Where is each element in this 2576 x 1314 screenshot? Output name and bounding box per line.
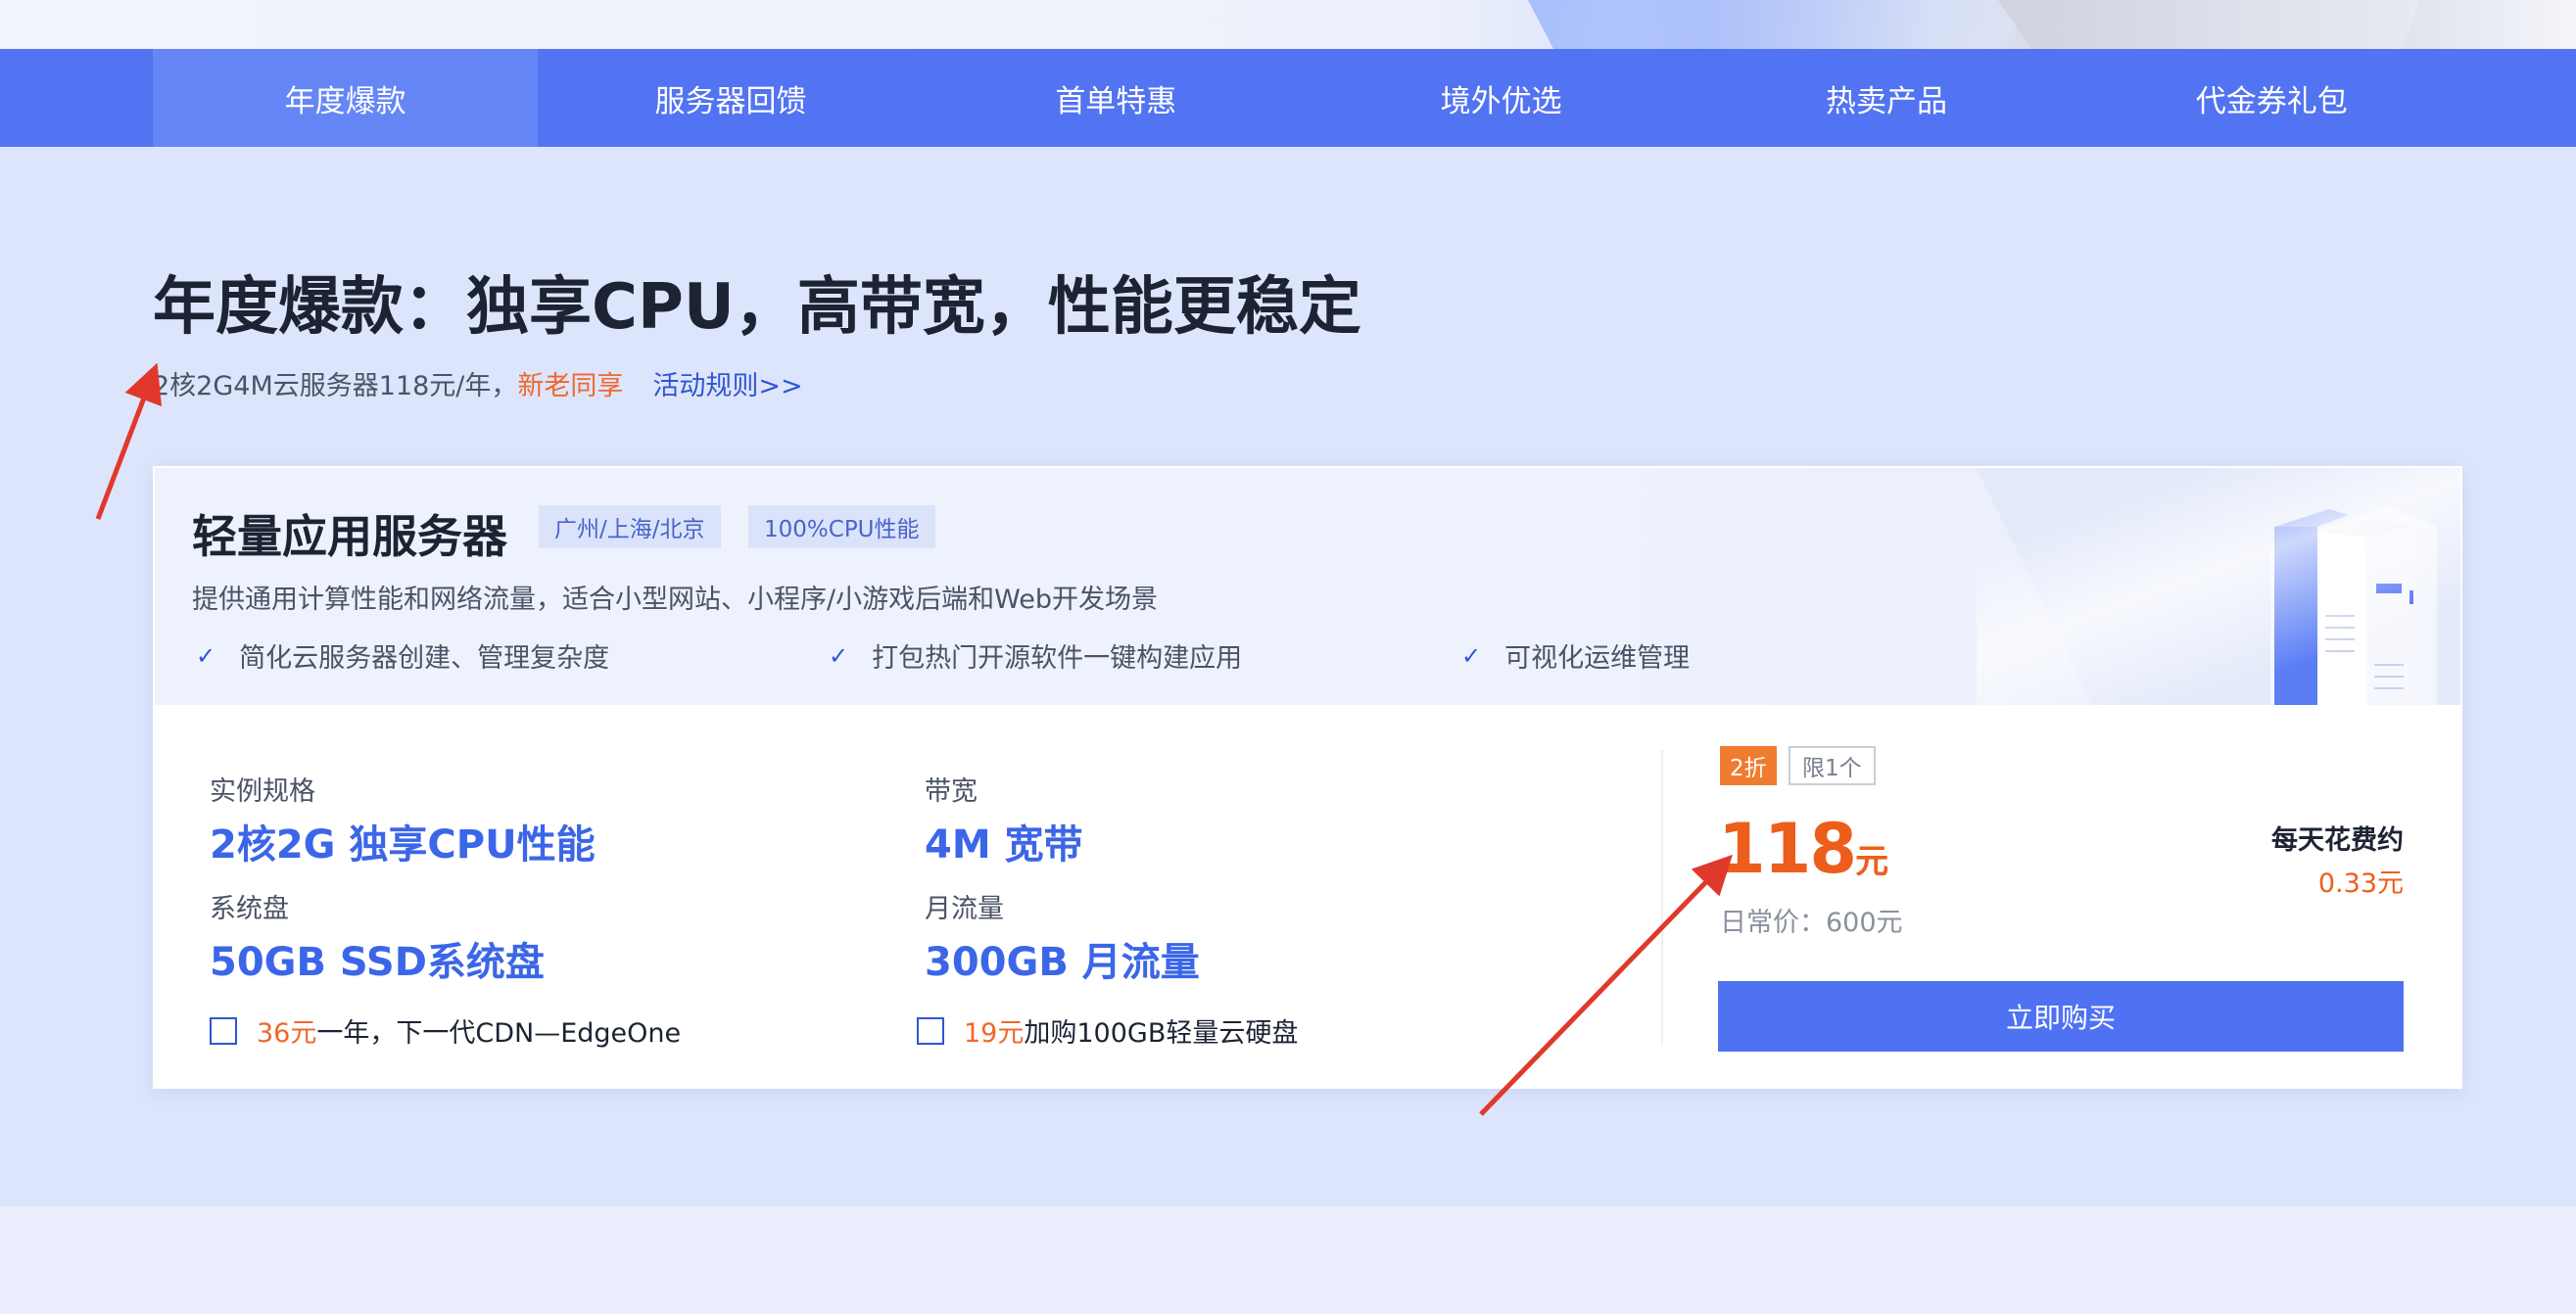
addon-checkbox[interactable] <box>210 1016 237 1045</box>
divider <box>1661 750 1663 1044</box>
monthly-traffic-label: 月流量 <box>925 894 1004 924</box>
product-title: 轻量应用服务器 <box>192 510 507 563</box>
system-disk-value: 50GB SSD系统盘 <box>210 940 545 985</box>
product-description: 提供通用计算性能和网络流量，适合小型网站、小程序/小游戏后端和Web开发场景 <box>192 585 1158 615</box>
tab-first-order[interactable]: 首单特惠 <box>924 49 1309 147</box>
check-icon: ✓ <box>1461 641 1482 670</box>
feature-label: 简化云服务器创建、管理复杂度 <box>239 643 610 674</box>
product-card: 轻量应用服务器 广州/上海/北京 100%CPU性能 提供通用计算性能和网络流量… <box>153 466 2462 1089</box>
footer-band <box>0 1206 2576 1314</box>
banner-strip <box>0 0 2576 49</box>
tab-server-rewards[interactable]: 服务器回馈 <box>538 49 923 147</box>
buy-now-button[interactable]: 立即购买 <box>1718 981 2404 1052</box>
check-icon: ✓ <box>196 641 216 670</box>
original-price: 日常价：600元 <box>1720 908 1903 938</box>
subtitle-text: 2核2G4M云服务器118元/年， <box>153 371 518 401</box>
tab-hot-products[interactable]: 热卖产品 <box>1693 49 2078 147</box>
feature-item: ✓ 可视化运维管理 <box>1461 636 1690 675</box>
sale-price: 118元 <box>1718 809 1888 889</box>
card-header: 轻量应用服务器 广州/上海/北京 100%CPU性能 提供通用计算性能和网络流量… <box>153 466 2462 707</box>
instance-spec-label: 实例规格 <box>210 776 315 807</box>
bandwidth-label: 带宽 <box>925 776 978 807</box>
daily-cost-label: 每天花费约 <box>2271 825 2404 856</box>
feature-item: ✓ 简化云服务器创建、管理复杂度 <box>196 636 609 675</box>
section-title: 年度爆款：独享CPU，高带宽，性能更稳定 <box>153 271 1361 344</box>
daily-cost-value: 0.33元 <box>2317 868 2404 899</box>
addon-price: 36元 <box>257 1018 317 1049</box>
subtitle-highlight: 新老同享 <box>517 371 624 401</box>
banner-decoration <box>1998 0 2419 49</box>
addon-cdn-option[interactable]: 36元 一年，下一代CDN—EdgeOne <box>210 1011 681 1050</box>
addon-checkbox[interactable] <box>917 1016 944 1045</box>
instance-spec-value: 2核2G 独享CPU性能 <box>210 822 596 868</box>
price-unit: 元 <box>1855 842 1889 881</box>
addon-price: 19元 <box>964 1018 1025 1049</box>
tab-overseas[interactable]: 境外优选 <box>1309 49 1693 147</box>
tab-voucher-pack[interactable]: 代金券礼包 <box>2079 49 2464 147</box>
banner-decoration <box>1528 0 2037 49</box>
price-amount: 118 <box>1718 809 1857 889</box>
section-subtitle: 2核2G4M云服务器118元/年，新老同享 活动规则>> <box>153 364 803 402</box>
activity-rules-link[interactable]: 活动规则>> <box>652 371 802 401</box>
cpu-tag: 100%CPU性能 <box>748 505 935 548</box>
check-icon: ✓ <box>829 641 849 670</box>
addon-label: 加购100GB轻量云硬盘 <box>1024 1018 1299 1049</box>
addon-label: 一年，下一代CDN—EdgeOne <box>316 1018 682 1049</box>
tab-annual-hot[interactable]: 年度爆款 <box>153 49 539 147</box>
discount-badge: 2折 <box>1720 746 1777 785</box>
feature-item: ✓ 打包热门开源软件一键构建应用 <box>829 636 1242 675</box>
limit-badge: 限1个 <box>1789 746 1876 785</box>
feature-label: 打包热门开源软件一键构建应用 <box>872 643 1243 674</box>
feature-label: 可视化运维管理 <box>1504 643 1691 674</box>
category-nav: 年度爆款 服务器回馈 首单特惠 境外优选 热卖产品 代金券礼包 <box>0 49 2576 147</box>
monthly-traffic-value: 300GB 月流量 <box>925 940 1200 985</box>
region-tag: 广州/上海/北京 <box>539 505 721 548</box>
addon-disk-option[interactable]: 19元 加购100GB轻量云硬盘 <box>917 1011 1298 1050</box>
bandwidth-value: 4M 宽带 <box>925 822 1083 868</box>
server-illustration <box>1977 468 2460 705</box>
system-disk-label: 系统盘 <box>210 894 289 924</box>
